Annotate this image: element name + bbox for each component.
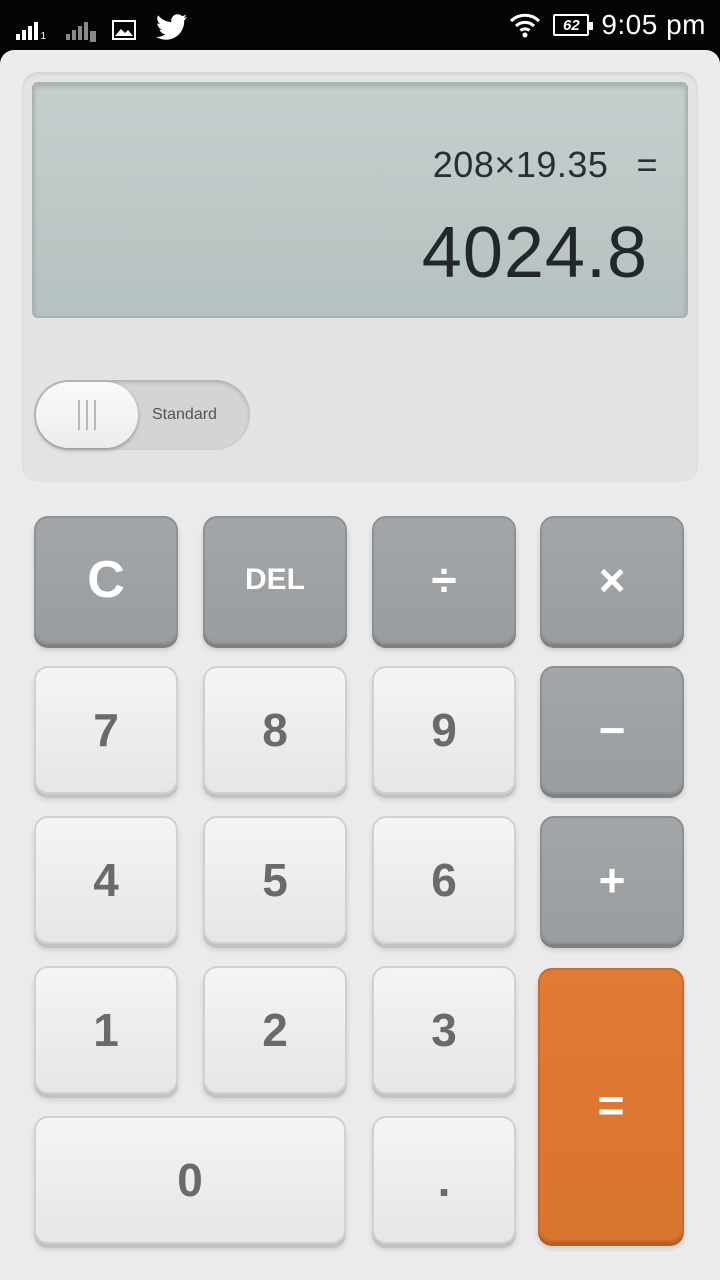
digit-5-button[interactable]: 5 [203, 816, 347, 944]
status-time: 9:05 pm [601, 9, 706, 40]
status-bar: 1 2 62 9:05 pm [0, 0, 720, 50]
plus-button[interactable]: + [540, 816, 684, 944]
battery-icon: 62 [553, 14, 594, 36]
equals-button[interactable]: = [538, 968, 684, 1242]
twitter-icon [156, 14, 187, 40]
calculator: 208×19.35 = 4024.8 Standard C DEL ÷ × 7 … [0, 50, 720, 1280]
mode-toggle[interactable]: Standard [34, 380, 250, 450]
battery-level: 62 [562, 16, 580, 34]
multiply-button[interactable]: × [540, 516, 684, 644]
digit-9-button[interactable]: 9 [372, 666, 516, 794]
display-screen: 208×19.35 = 4024.8 [32, 82, 688, 318]
display-panel: 208×19.35 = 4024.8 Standard [22, 72, 698, 482]
digit-0-button[interactable]: 0 [34, 1116, 346, 1244]
decimal-button[interactable]: . [372, 1116, 516, 1244]
divide-button[interactable]: ÷ [372, 516, 516, 644]
minus-button[interactable]: − [540, 666, 684, 794]
digit-6-button[interactable]: 6 [372, 816, 516, 944]
digit-7-button[interactable]: 7 [34, 666, 178, 794]
toggle-knob-grip-icon[interactable] [36, 382, 138, 448]
expression-text: 208×19.35 [432, 144, 609, 185]
status-bar-left: 1 2 [16, 10, 188, 42]
image-icon [112, 20, 136, 40]
delete-button[interactable]: DEL [203, 516, 347, 644]
signal-sim1-icon: 1 [16, 20, 46, 42]
digit-4-button[interactable]: 4 [34, 816, 178, 944]
digit-8-button[interactable]: 8 [203, 666, 347, 794]
wifi-icon [510, 13, 541, 38]
signal-sim2-icon: 2 [66, 20, 96, 42]
sim1-label: 1 [40, 31, 46, 42]
mode-toggle-label: Standard [152, 406, 217, 423]
expression-equals: = [636, 144, 658, 185]
digit-2-button[interactable]: 2 [203, 966, 347, 1094]
clear-button[interactable]: C [34, 516, 178, 644]
digit-1-button[interactable]: 1 [34, 966, 178, 1094]
status-bar-right: 62 9:05 pm [509, 8, 706, 42]
digit-3-button[interactable]: 3 [372, 966, 516, 1094]
expression-line: 208×19.35 = [433, 144, 658, 186]
sim2-label: 2 [90, 31, 96, 42]
result-text: 4024.8 [421, 213, 648, 293]
